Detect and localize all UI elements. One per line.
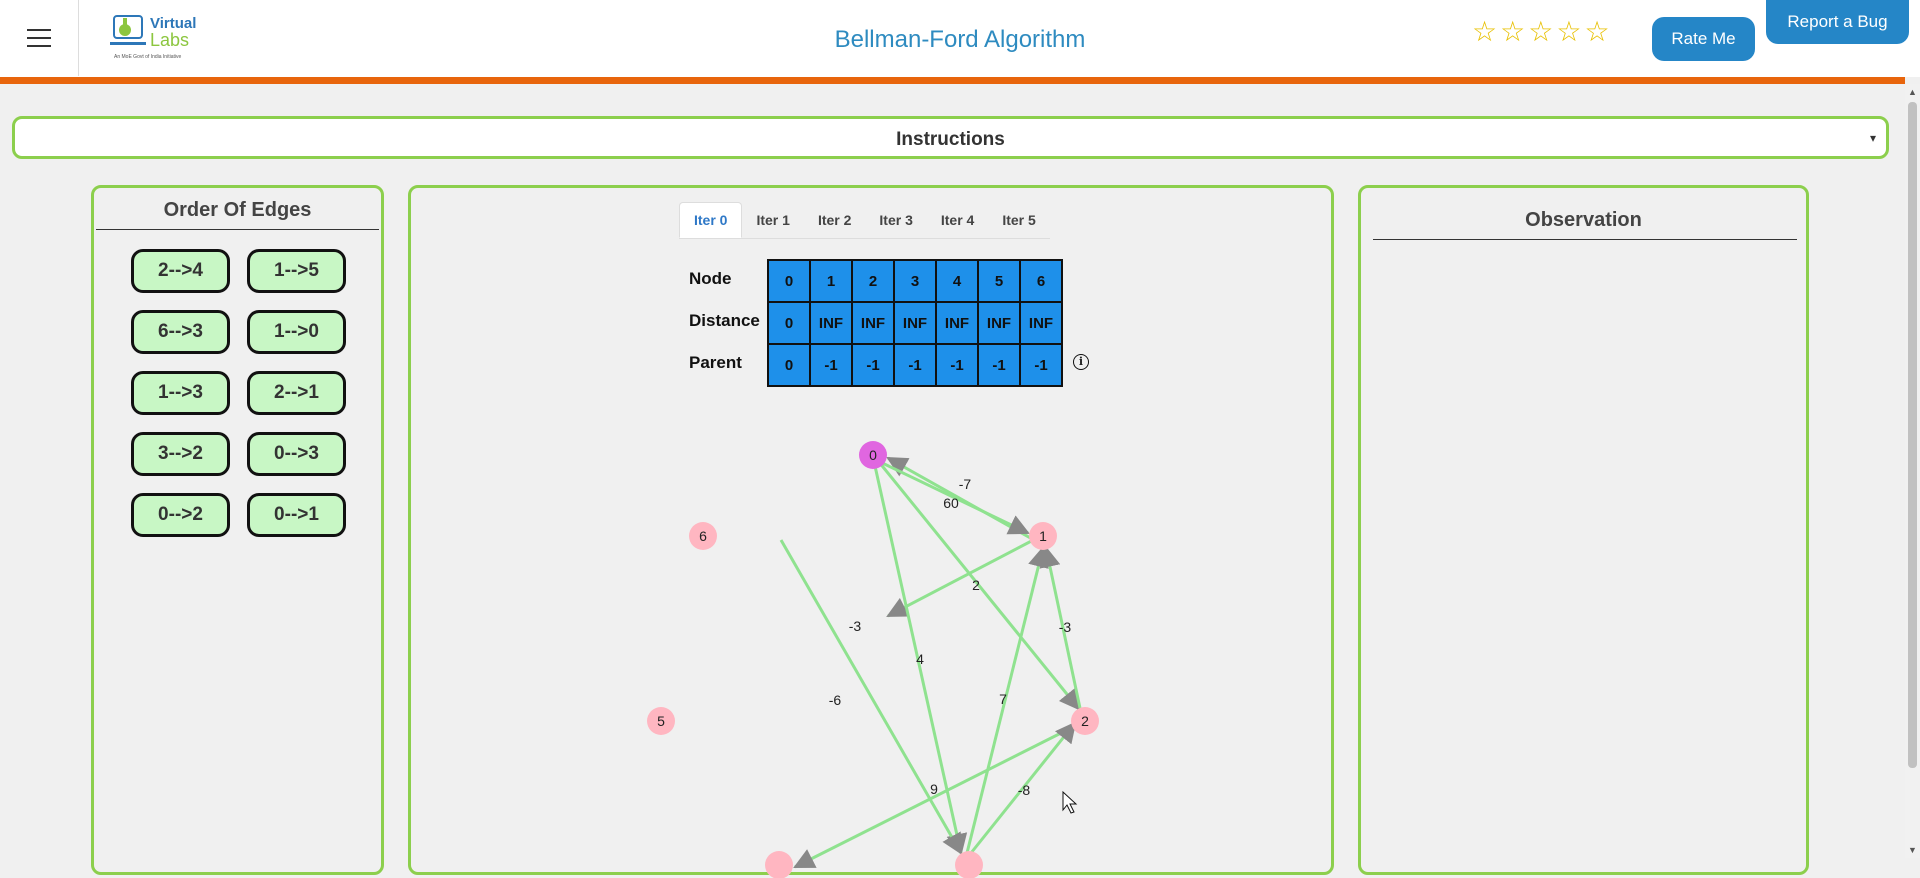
node-label: 2: [1081, 713, 1089, 729]
star-icon[interactable]: ☆: [1528, 18, 1553, 46]
star-icon[interactable]: ☆: [1584, 18, 1609, 46]
edge-weight-label: -3: [1059, 619, 1072, 635]
order-of-edges-panel: Order Of Edges 2-->4 1-->5 6-->3 1-->0 1…: [91, 185, 384, 875]
observation-panel: Observation: [1358, 185, 1809, 875]
header-divider: [0, 77, 1905, 84]
title-divider: [96, 229, 379, 230]
edge-button[interactable]: 2-->1: [247, 371, 346, 415]
rate-me-button[interactable]: Rate Me: [1652, 17, 1755, 61]
node-label: 0: [869, 447, 877, 463]
node-label: 5: [657, 713, 665, 729]
edge-weight-label: 60: [943, 495, 959, 511]
logo-tagline: An MoE Govt of India Initiative: [114, 54, 182, 60]
edge-button[interactable]: 0-->1: [247, 493, 346, 537]
instructions-label: Instructions: [896, 129, 1005, 150]
edge-weight-label: -7: [959, 476, 972, 492]
edge-weight-label: -8: [1018, 782, 1031, 798]
mouse-cursor-icon: [1062, 790, 1078, 814]
order-of-edges-title: Order Of Edges: [163, 199, 312, 221]
scrollbar-thumb[interactable]: [1908, 102, 1917, 768]
hamburger-menu-button[interactable]: [0, 0, 79, 76]
hamburger-icon: [27, 29, 51, 47]
edge-weight-label: 2: [972, 577, 980, 593]
edge-button[interactable]: 0-->3: [247, 432, 346, 476]
scroll-up-icon[interactable]: ▲: [1908, 87, 1917, 97]
graph-edge: [779, 539, 963, 855]
graph-node[interactable]: [955, 851, 983, 878]
title-divider: [1373, 239, 1797, 240]
edge-weight-label: 4: [916, 651, 924, 667]
observation-title: Observation: [1525, 209, 1642, 231]
page-title: Bellman-Ford Algorithm: [834, 26, 1086, 53]
graph-node[interactable]: 5: [647, 707, 675, 735]
caret-down-icon: ▾: [1869, 131, 1876, 145]
edge-weight-label: 7: [999, 691, 1007, 707]
edge-button[interactable]: 2-->4: [131, 249, 230, 293]
edge-button[interactable]: 1-->3: [131, 371, 230, 415]
report-bug-button[interactable]: Report a Bug: [1766, 0, 1909, 44]
edge-button[interactable]: 0-->2: [131, 493, 230, 537]
edge-weight-label: -3: [849, 618, 862, 634]
graph-canvas: -7 60 2 -3 -3 4 -6 7 9 -8 0 1 2 5 6: [647, 441, 1099, 878]
edge-button[interactable]: 6-->3: [131, 310, 230, 354]
flask-icon: [110, 15, 146, 45]
node-label: 1: [1039, 528, 1047, 544]
star-icon[interactable]: ☆: [1472, 18, 1497, 46]
edge-button[interactable]: 3-->2: [131, 432, 230, 476]
page-scrollbar[interactable]: ▲ ▼: [1905, 84, 1920, 858]
logo-line1: Virtual: [150, 15, 197, 32]
top-header: Virtual Labs An MoE Govt of India Initia…: [0, 0, 1920, 77]
edge-weight-label: 9: [930, 781, 938, 797]
instructions-dropdown[interactable]: Instructions ▾: [12, 116, 1889, 159]
graph-node[interactable]: 0: [859, 441, 887, 469]
graph-node[interactable]: 1: [1029, 522, 1057, 550]
edge-weight-label: -6: [829, 692, 842, 708]
graph-edge: [886, 534, 1042, 618]
scroll-down-icon[interactable]: ▼: [1908, 845, 1917, 855]
rating-stars: ☆ ☆ ☆ ☆ ☆: [1472, 18, 1610, 46]
star-icon[interactable]: ☆: [1556, 18, 1581, 46]
simulation-panel: Iter 0 Iter 1 Iter 2 Iter 3 Iter 4 Iter …: [408, 185, 1334, 878]
node-label: 6: [699, 528, 707, 544]
graph-node[interactable]: [765, 851, 793, 878]
virtual-labs-logo[interactable]: Virtual Labs An MoE Govt of India Initia…: [108, 12, 204, 64]
edge-button[interactable]: 1-->5: [247, 249, 346, 293]
edge-button[interactable]: 1-->0: [247, 310, 346, 354]
star-icon[interactable]: ☆: [1500, 18, 1525, 46]
graph-node[interactable]: 2: [1071, 707, 1099, 735]
graph-node[interactable]: 6: [689, 522, 717, 550]
logo-line2: Labs: [150, 30, 190, 50]
